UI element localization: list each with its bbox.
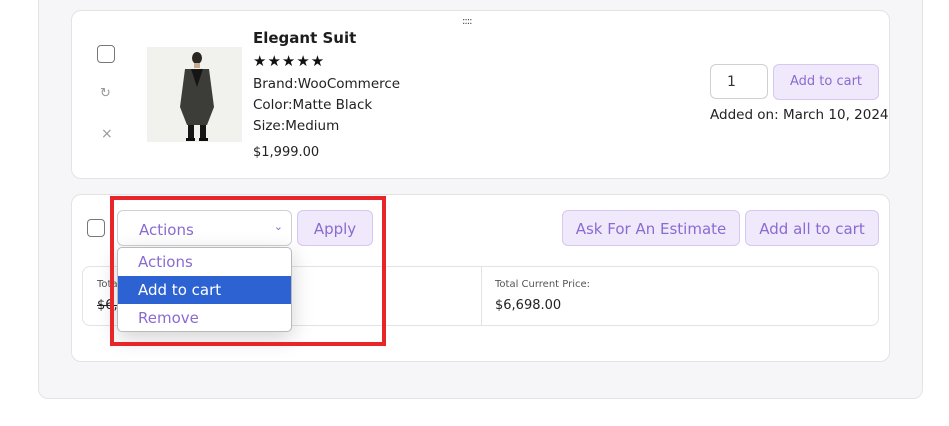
added-on-date: Added on: March 10, 2024 [710, 107, 889, 123]
move-icon[interactable]: ↻ [100, 87, 111, 101]
total-current-price-value: $6,698.00 [495, 298, 562, 313]
chevron-down-icon: ⌄ [273, 220, 283, 233]
total-current-price-label: Total Current Price: [495, 279, 591, 290]
product-price: $1,999.00 [253, 145, 320, 160]
remove-icon[interactable]: × [101, 127, 113, 141]
total-original-price-label: Tota [97, 279, 118, 290]
product-size: Size:Medium [253, 118, 340, 134]
apply-button[interactable]: Apply [297, 210, 373, 246]
add-to-cart-button[interactable]: Add to cart [773, 64, 879, 100]
drag-handle[interactable]: :::: [462, 17, 473, 27]
product-title[interactable]: Elegant Suit [253, 29, 356, 47]
dropdown-option-remove[interactable]: Remove [118, 304, 291, 331]
item-select-checkbox[interactable] [97, 45, 115, 63]
dropdown-option-actions[interactable]: Actions [118, 248, 291, 276]
product-brand: Brand:WooCommerce [253, 76, 401, 92]
quantity-input[interactable] [710, 64, 768, 99]
product-image [147, 47, 242, 142]
bulk-actions-select[interactable]: Actions ⌄ [117, 210, 292, 246]
totals-divider [481, 267, 482, 325]
dropdown-option-add-to-cart[interactable]: Add to cart [118, 276, 291, 304]
rating-stars: ★★★★★ [253, 52, 326, 70]
bulk-actions-selected-value: Actions [139, 221, 194, 239]
product-color: Color:Matte Black [253, 97, 373, 113]
add-all-to-cart-button[interactable]: Add all to cart [745, 210, 879, 246]
ask-for-estimate-button[interactable]: Ask For An Estimate [562, 210, 740, 246]
product-thumbnail[interactable] [147, 47, 242, 142]
select-all-checkbox[interactable] [87, 219, 105, 237]
bulk-actions-dropdown: Actions Add to cart Remove [117, 247, 292, 332]
total-original-price-value: $6, [97, 298, 118, 313]
